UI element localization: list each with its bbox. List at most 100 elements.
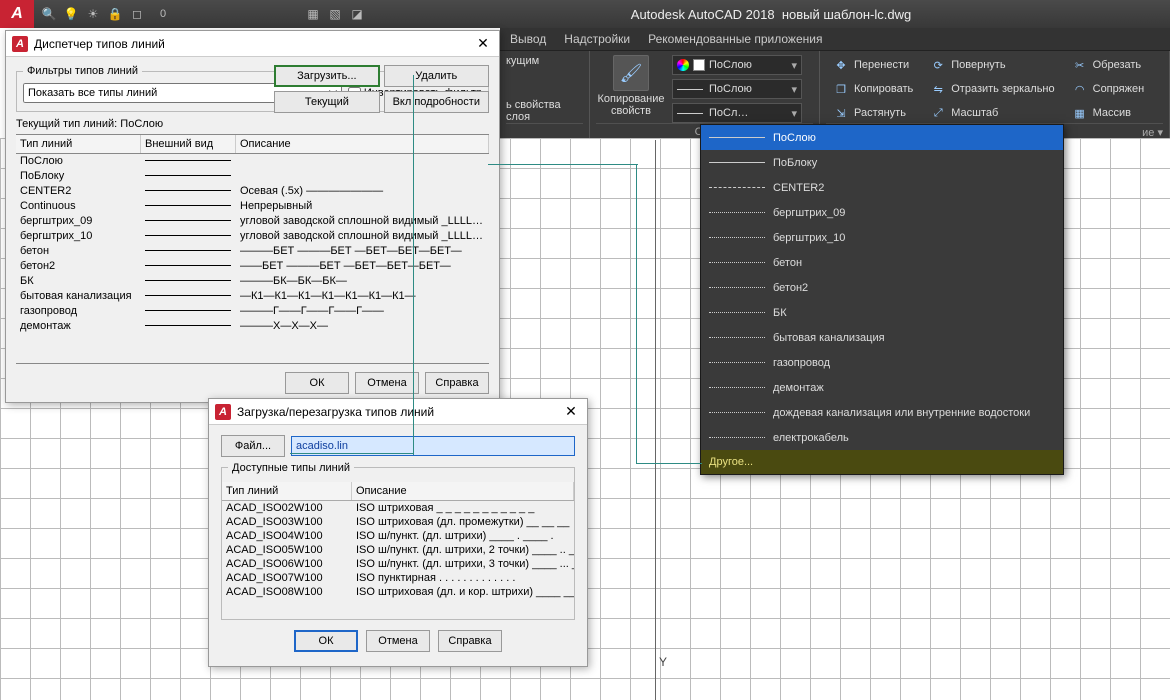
copy-icon: ❐	[834, 82, 848, 96]
table-row[interactable]: ACAD_ISO06W100ISO ш/пункт. (дл. штрихи, …	[222, 557, 574, 571]
table-row[interactable]: ACAD_ISO03W100ISO штриховая (дл. промежу…	[222, 515, 574, 529]
dialog-title: Диспетчер типов линий	[34, 37, 467, 51]
table-row[interactable]: бергштрих_09угловой заводской сплошной в…	[16, 214, 489, 229]
ribbon-layer-btn1[interactable]: кущим	[506, 55, 539, 67]
help-button[interactable]: Справка	[438, 630, 502, 652]
linetype-table-header: Тип линийВнешний видОписание	[16, 134, 489, 154]
move-icon: ✥	[834, 58, 848, 72]
table-row[interactable]: ACAD_ISO08W100ISO штриховая (дл. и кор. …	[222, 585, 574, 599]
cancel-button[interactable]: Отмена	[355, 372, 419, 394]
linetype-option[interactable]: бетон2	[701, 275, 1063, 300]
linetype-option[interactable]: ПоСлою	[701, 125, 1063, 150]
table-row[interactable]: ПоСлою	[16, 154, 489, 169]
dialog-title: Загрузка/перезагрузка типов линий	[237, 405, 555, 419]
table-row[interactable]: ACAD_ISO05W100ISO ш/пункт. (дл. штрихи, …	[222, 543, 574, 557]
app-logo-icon[interactable]: A	[0, 0, 34, 28]
linetype-dropdown[interactable]: ПоСлою▾	[672, 79, 802, 99]
table-row[interactable]: CENTER2Осевая (.5x) ———————	[16, 184, 489, 199]
app-icon: A	[12, 36, 28, 52]
linetype-option[interactable]: електрокабель	[701, 425, 1063, 450]
linetype-option[interactable]: демонтаж	[701, 375, 1063, 400]
qat-sun-icon[interactable]: ☀	[84, 5, 102, 23]
scale-icon: ⤢	[931, 106, 945, 120]
annotation-line	[636, 463, 702, 464]
qat-lock-icon[interactable]: 🔒	[106, 5, 124, 23]
qat-icon-c[interactable]: ◪	[348, 5, 366, 23]
linetype-option[interactable]: бергштрих_09	[701, 200, 1063, 225]
table-row[interactable]: ACAD_ISO02W100ISO штриховая _ _ _ _ _ _ …	[222, 501, 574, 515]
linetype-option[interactable]: бергштрих_10	[701, 225, 1063, 250]
menu-apps[interactable]: Рекомендованные приложения	[648, 32, 822, 46]
current-button[interactable]: Текущий	[274, 91, 379, 113]
help-button[interactable]: Справка	[425, 372, 489, 394]
annotation-line	[488, 164, 638, 165]
menu-bar: Вывод Надстройки Рекомендованные приложе…	[500, 28, 1170, 50]
close-icon[interactable]: ✕	[561, 403, 581, 420]
table-row[interactable]: бетон———БЕТ ———БЕТ —БЕТ—БЕТ—БЕТ—	[16, 244, 489, 259]
cmd-fillet[interactable]: ◠Сопряжен	[1069, 79, 1149, 99]
match-properties-icon: 🖌	[613, 55, 649, 91]
cmd-rotate[interactable]: ⟳Повернуть	[927, 55, 1058, 75]
linetype-option[interactable]: газопровод	[701, 350, 1063, 375]
qat-layer-swatch[interactable]: ◻	[128, 5, 146, 23]
color-dropdown[interactable]: ПоСлою▾	[672, 55, 802, 75]
table-row[interactable]: БК———БК—БК—БК—	[16, 274, 489, 289]
lineweight-dropdown[interactable]: ПоСл…▾	[672, 103, 802, 123]
cmd-stretch[interactable]: ⇲Растянуть	[830, 103, 917, 123]
cmd-trim[interactable]: ✂Обрезать	[1069, 55, 1149, 75]
linetype-manager-dialog: A Диспетчер типов линий ✕ Фильтры типов …	[5, 30, 500, 403]
load-button[interactable]: Загрузить...	[274, 65, 379, 87]
mirror-icon: ⇋	[931, 82, 945, 96]
cmd-mirror[interactable]: ⇋Отразить зеркально	[927, 79, 1058, 99]
table-row[interactable]: газопровод———Г——Г——Г——Г——	[16, 304, 489, 319]
cancel-button[interactable]: Отмена	[366, 630, 430, 652]
available-list[interactable]: ACAD_ISO02W100ISO штриховая _ _ _ _ _ _ …	[222, 501, 574, 619]
qat-search-icon[interactable]: 🔍	[40, 5, 58, 23]
ribbon-layer-btn2[interactable]: ь свойства слоя	[506, 99, 583, 123]
available-header: Тип линийОписание	[222, 482, 574, 501]
linetype-other[interactable]: Другое...	[701, 450, 1063, 474]
ok-button[interactable]: ОК	[285, 372, 349, 394]
linetype-option[interactable]: БК	[701, 300, 1063, 325]
table-row[interactable]: бетон2——БЕТ ———БЕТ —БЕТ—БЕТ—БЕТ—	[16, 259, 489, 274]
qat-bulb-icon[interactable]: 💡	[62, 5, 80, 23]
table-row[interactable]: ПоБлоку	[16, 169, 489, 184]
linetype-option[interactable]: бетон	[701, 250, 1063, 275]
menu-output[interactable]: Вывод	[510, 32, 546, 46]
match-properties-button[interactable]: 🖌 Копирование свойств	[596, 55, 666, 117]
annotation-line	[636, 164, 637, 464]
linetype-option[interactable]: дождевая канализация или внутренние водо…	[701, 400, 1063, 425]
cmd-copy[interactable]: ❐Копировать	[830, 79, 917, 99]
file-button[interactable]: Файл...	[221, 435, 285, 457]
annotation-line	[413, 75, 414, 455]
linetype-option[interactable]: CENTER2	[701, 175, 1063, 200]
trim-icon: ✂	[1073, 58, 1087, 72]
linetype-dropdown-list[interactable]: ПоСлоюПоБлокуCENTER2бергштрих_09бергштри…	[700, 124, 1064, 475]
table-row[interactable]: ACAD_ISO07W100ISO пунктирная . . . . . .…	[222, 571, 574, 585]
stretch-icon: ⇲	[834, 106, 848, 120]
linetype-list[interactable]: ПоСлоюПоБлокуCENTER2Осевая (.5x) ———————…	[16, 154, 489, 364]
ok-button[interactable]: ОК	[294, 630, 358, 652]
menu-addins[interactable]: Надстройки	[564, 32, 630, 46]
load-linetypes-dialog: A Загрузка/перезагрузка типов линий ✕ Фа…	[208, 398, 588, 667]
table-row[interactable]: бытовая канализация—К1—К1—К1—К1—К1—К1—К1…	[16, 289, 489, 304]
available-label: Доступные типы линий	[228, 462, 354, 474]
linetype-option[interactable]: бытовая канализация	[701, 325, 1063, 350]
table-row[interactable]: демонтаж———Х—Х—Х—	[16, 319, 489, 334]
qat-icon-b[interactable]: ▧	[326, 5, 344, 23]
linetype-option[interactable]: ПоБлоку	[701, 150, 1063, 175]
close-icon[interactable]: ✕	[473, 35, 493, 52]
details-button[interactable]: Вкл подробности	[384, 91, 489, 113]
qat-icon-a[interactable]: ▦	[304, 5, 322, 23]
table-row[interactable]: ACAD_ISO04W100ISO ш/пункт. (дл. штрихи) …	[222, 529, 574, 543]
cmd-array[interactable]: ▦Массив	[1069, 103, 1149, 123]
table-row[interactable]: ContinuousНепрерывный	[16, 199, 489, 214]
array-icon: ▦	[1073, 106, 1087, 120]
delete-button[interactable]: Удалить	[384, 65, 489, 87]
table-row[interactable]: бергштрих_10угловой заводской сплошной в…	[16, 229, 489, 244]
cmd-scale[interactable]: ⤢Масштаб	[927, 103, 1058, 123]
qat-layer-name[interactable]: 0	[154, 5, 172, 23]
rotate-icon: ⟳	[931, 58, 945, 72]
cmd-move[interactable]: ✥Перенести	[830, 55, 917, 75]
quick-access-toolbar: 🔍 💡 ☀ 🔒 ◻ 0	[34, 5, 178, 23]
